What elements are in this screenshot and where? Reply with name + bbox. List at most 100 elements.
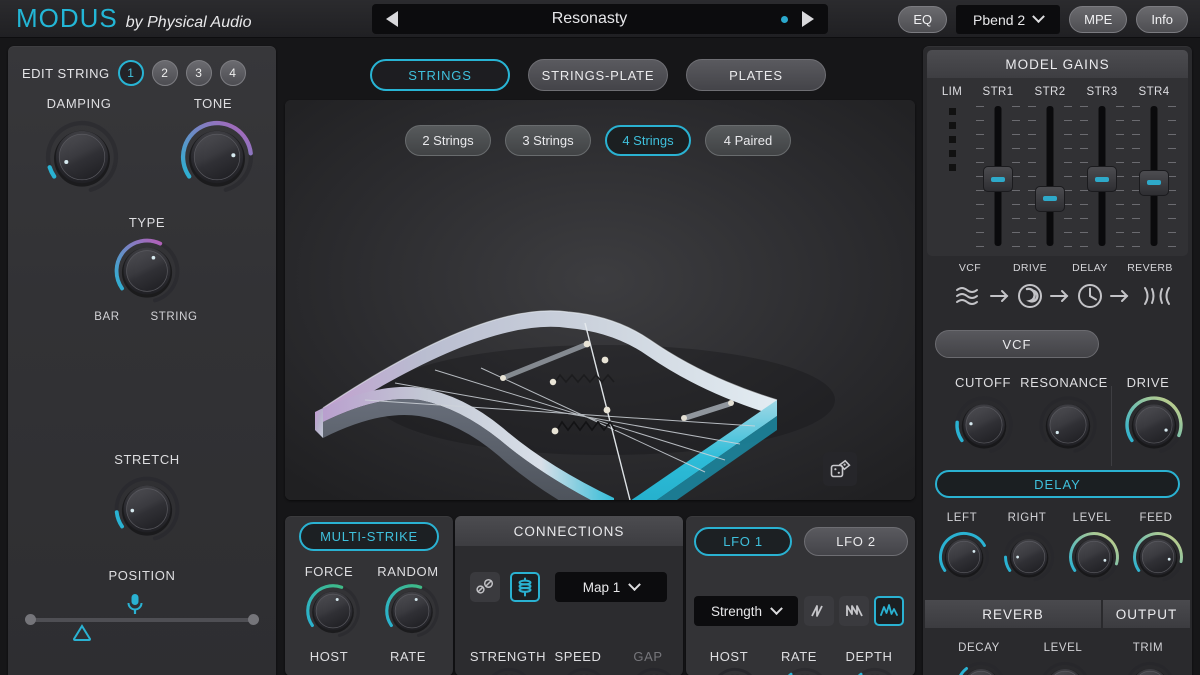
delay-left-knob[interactable] xyxy=(937,530,991,584)
top-bar: MODUS by Physical Audio Resonasty EQ Pbe… xyxy=(0,0,1200,38)
map-value: Map 1 xyxy=(582,579,621,595)
reverb-level-label: LEVEL xyxy=(1043,642,1083,654)
logo-text: MODUS xyxy=(16,3,118,33)
fader-handle[interactable] xyxy=(983,166,1013,193)
reverb-chain-label: REVERB xyxy=(1127,262,1173,274)
microphone-icon xyxy=(124,592,146,621)
resonance-knob[interactable] xyxy=(1037,394,1099,456)
info-button[interactable]: Info xyxy=(1136,6,1188,33)
random-wave-icon[interactable] xyxy=(874,596,904,626)
reverb-level-knob[interactable] xyxy=(1038,660,1092,675)
lim-leds xyxy=(933,108,971,171)
pitch-bend-value: Pbend 2 xyxy=(973,11,1026,28)
multistrike-toggle[interactable]: MULTI-STRIKE xyxy=(299,522,439,551)
gap-knob[interactable] xyxy=(628,666,680,675)
lfo-depth-knob[interactable] xyxy=(849,666,901,675)
edit-string-selector: EDIT STRING 1 2 3 4 xyxy=(22,60,246,86)
string-button-3[interactable]: 3 xyxy=(185,60,212,86)
string-button-2[interactable]: 2 xyxy=(151,60,178,86)
pitch-bend-select[interactable]: Pbend 2 xyxy=(956,5,1061,34)
position-slider-end[interactable] xyxy=(248,614,259,625)
speed-knob[interactable] xyxy=(558,666,610,675)
fader-handle[interactable] xyxy=(1087,166,1117,193)
tab-lfo-2[interactable]: LFO 2 xyxy=(804,527,908,556)
triangle-wave-icon[interactable] xyxy=(839,596,869,626)
multistrike-panel: MULTI-STRIKE FORCE RANDOM HOST RATE xyxy=(285,516,453,675)
fx-chain-icons xyxy=(956,284,1170,308)
position-slider-start[interactable] xyxy=(25,614,36,625)
output-trim-label: TRIM xyxy=(1132,642,1164,654)
string-count-4[interactable]: 4 Strings xyxy=(605,125,691,156)
lfo-target-select[interactable]: Strength xyxy=(694,596,798,626)
random-knob[interactable] xyxy=(383,582,441,640)
stretch-knob[interactable] xyxy=(112,474,182,544)
previous-preset-icon[interactable] xyxy=(386,11,398,27)
triangle-marker-icon[interactable] xyxy=(71,624,93,647)
model-visualization-panel[interactable] xyxy=(285,100,915,500)
fader-handle[interactable] xyxy=(1035,185,1065,212)
preset-name[interactable]: Resonasty xyxy=(398,10,781,28)
edit-string-label: EDIT STRING xyxy=(22,65,110,81)
tab-strings[interactable]: STRINGS xyxy=(370,59,510,91)
output-trim-knob[interactable] xyxy=(1123,660,1177,675)
reverb-decay-knob[interactable] xyxy=(954,660,1008,675)
drive-chain-label: DRIVE xyxy=(1012,262,1048,274)
string-count-3[interactable]: 3 Strings xyxy=(505,125,591,156)
map-select[interactable]: Map 1 xyxy=(555,572,667,602)
tab-lfo-1[interactable]: LFO 1 xyxy=(694,527,792,556)
delay-right-knob[interactable] xyxy=(1002,530,1056,584)
vcf-toggle[interactable]: VCF xyxy=(935,330,1099,358)
tab-strings-plate[interactable]: STRINGS-PLATE xyxy=(528,59,668,91)
fader-str4[interactable]: STR4 xyxy=(1131,86,1177,250)
delay-level-knob[interactable] xyxy=(1067,530,1121,584)
fader-str1-label: STR1 xyxy=(982,86,1014,98)
string-count-2[interactable]: 2 Strings xyxy=(405,125,491,156)
fader-str3-label: STR3 xyxy=(1086,86,1118,98)
connections-panel: CONNECTIONS Map 1 STRENGTH SPEED GAP xyxy=(455,516,683,675)
fader-str2-label: STR2 xyxy=(1034,86,1066,98)
fader-str2[interactable]: STR2 xyxy=(1027,86,1073,250)
string-frame-3d-graphic xyxy=(285,100,915,500)
reverb-title[interactable]: REVERB xyxy=(925,600,1101,628)
ramp-wave-icon[interactable] xyxy=(804,596,834,626)
lim-label: LIM xyxy=(941,86,963,98)
strength-knob[interactable] xyxy=(483,666,535,675)
position-label: POSITION xyxy=(108,568,176,583)
fader-handle[interactable] xyxy=(1139,169,1169,196)
eq-button[interactable]: EQ xyxy=(898,6,948,33)
spring-icon[interactable] xyxy=(510,572,540,602)
preset-modified-dot xyxy=(781,15,788,23)
lfo-panel: LFO 1 LFO 2 Strength HOST RATE DEPTH xyxy=(686,516,915,675)
tab-plates[interactable]: PLATES xyxy=(686,59,826,91)
cutoff-knob[interactable] xyxy=(953,394,1015,456)
model-gains-title: MODEL GAINS xyxy=(927,50,1188,78)
delay-level-label: LEVEL xyxy=(1072,512,1112,524)
fx-panel: MODEL GAINS LIM STR1 STR2 STR3 STR4 VCF … xyxy=(923,46,1192,675)
mpe-button[interactable]: MPE xyxy=(1069,6,1128,33)
string-button-4[interactable]: 4 xyxy=(219,60,246,86)
drive-knob[interactable] xyxy=(1123,394,1185,456)
dice-icon[interactable] xyxy=(823,452,857,486)
next-preset-icon[interactable] xyxy=(802,11,814,27)
damper-icon[interactable] xyxy=(470,572,500,602)
delay-feed-knob[interactable] xyxy=(1131,530,1185,584)
vcf-chain-label: VCF xyxy=(958,262,982,274)
type-min-label: BAR xyxy=(94,311,120,323)
vcf-divider xyxy=(1111,386,1112,466)
fader-str1[interactable]: STR1 xyxy=(975,86,1021,250)
fader-str3[interactable]: STR3 xyxy=(1079,86,1125,250)
damping-knob[interactable] xyxy=(43,118,121,196)
delay-toggle[interactable]: DELAY xyxy=(935,470,1180,498)
preset-browser[interactable]: Resonasty xyxy=(372,4,828,34)
lfo-host-knob[interactable] xyxy=(709,666,761,675)
lfo-rate-knob[interactable] xyxy=(779,666,831,675)
output-title[interactable]: OUTPUT xyxy=(1103,600,1190,628)
delay-right-label: RIGHT xyxy=(1007,512,1047,524)
string-count-4-paired[interactable]: 4 Paired xyxy=(705,125,791,156)
position-slider[interactable] xyxy=(30,618,254,622)
tone-knob[interactable] xyxy=(178,118,256,196)
type-knob[interactable] xyxy=(112,236,182,306)
delay-feed-label: FEED xyxy=(1139,512,1173,524)
string-button-1[interactable]: 1 xyxy=(117,60,144,86)
force-knob[interactable] xyxy=(304,582,362,640)
